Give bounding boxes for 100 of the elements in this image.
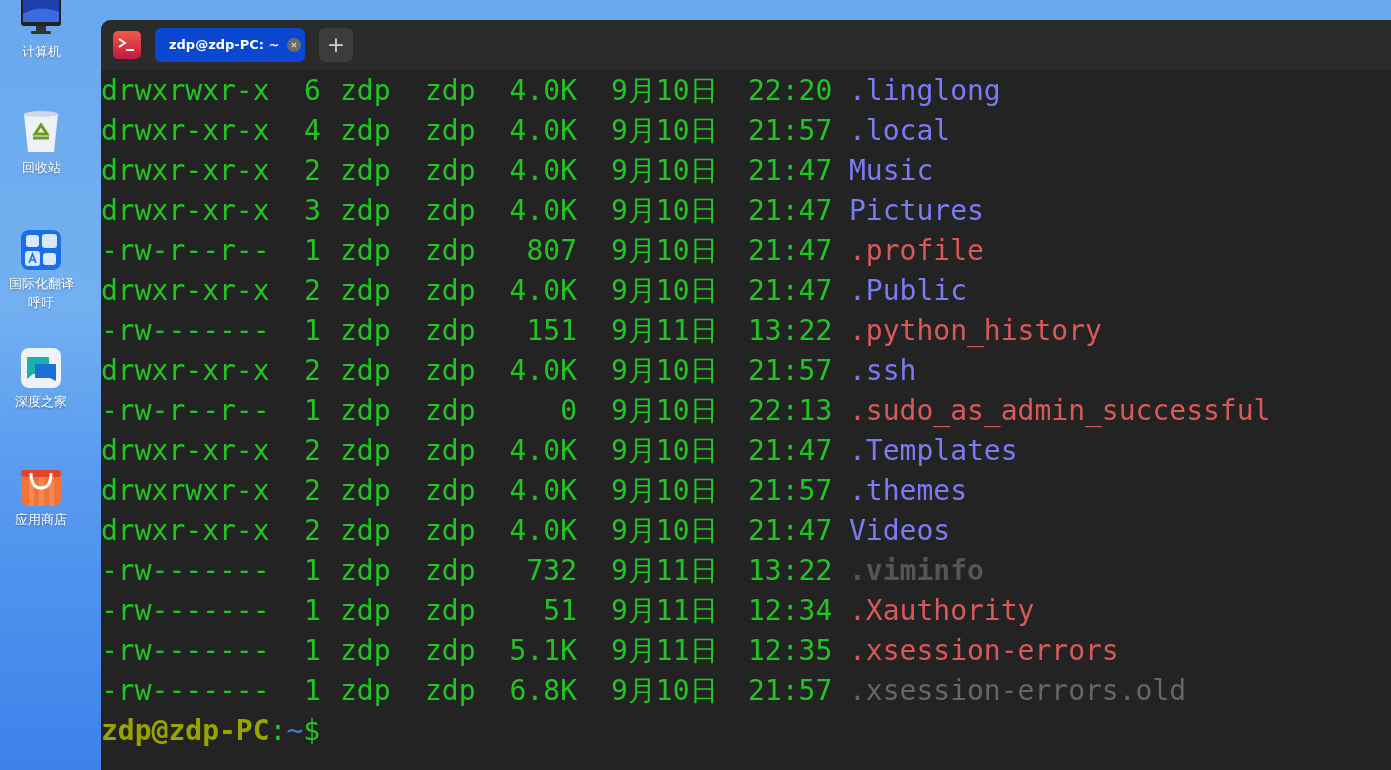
- permissions-text: -rw-------: [101, 553, 271, 589]
- time-text: 21:47: [748, 433, 834, 469]
- file-name-text: .profile: [849, 233, 984, 269]
- owner-text: zdp: [340, 593, 392, 629]
- owner-text: zdp: [340, 193, 392, 229]
- date-text: 9月10日: [611, 353, 719, 389]
- link-count-text: 1: [304, 633, 322, 669]
- group-text: zdp: [425, 313, 475, 349]
- date-text: 9月10日: [611, 673, 719, 709]
- group-text: zdp: [425, 393, 475, 429]
- owner-text: zdp: [340, 233, 392, 269]
- link-count-text: 1: [304, 233, 322, 269]
- owner-text: zdp: [340, 473, 392, 509]
- new-tab-button[interactable]: +: [319, 28, 353, 62]
- permissions-text: -rw-------: [101, 633, 271, 669]
- terminal-icon: [113, 31, 141, 59]
- link-count-text: 1: [304, 553, 322, 589]
- time-text: 21:47: [748, 153, 834, 189]
- size-text: 4.0K: [508, 193, 577, 229]
- size-text: 4.0K: [508, 273, 577, 309]
- date-text: 9月10日: [611, 433, 719, 469]
- permissions-text: drwxr-xr-x: [101, 273, 271, 309]
- time-text: 21:57: [748, 673, 834, 709]
- date-text: 9月10日: [611, 193, 719, 229]
- link-count-text: 2: [304, 473, 322, 509]
- size-text: 4.0K: [508, 353, 577, 389]
- file-name-text: .sudo_as_admin_successful: [849, 393, 1271, 429]
- permissions-text: -rw-------: [101, 313, 271, 349]
- date-text: 9月10日: [611, 73, 719, 109]
- owner-text: zdp: [340, 553, 392, 589]
- file-name-text: Music: [849, 153, 934, 189]
- group-text: zdp: [425, 193, 475, 229]
- size-text: 4.0K: [508, 513, 577, 549]
- permissions-text: drwxr-xr-x: [101, 153, 271, 189]
- date-text: 9月11日: [611, 593, 719, 629]
- owner-text: zdp: [340, 273, 392, 309]
- file-name-text: .ssh: [849, 353, 917, 389]
- file-name-text: .Xauthority: [849, 593, 1035, 629]
- group-text: zdp: [425, 673, 475, 709]
- size-text: 4.0K: [508, 153, 577, 189]
- prompt-user-host: zdp@zdp-PC: [101, 713, 270, 749]
- link-count-text: 1: [304, 313, 322, 349]
- file-name-text: Pictures: [849, 193, 984, 229]
- link-count-text: 2: [304, 433, 322, 469]
- size-text: 151: [525, 313, 577, 349]
- time-text: 21:57: [748, 473, 834, 509]
- time-text: 21:47: [748, 513, 834, 549]
- desktop-icon-label[interactable]: 回收站: [3, 158, 79, 177]
- group-text: zdp: [425, 593, 475, 629]
- group-text: zdp: [425, 233, 475, 269]
- owner-text: zdp: [340, 353, 392, 389]
- desktop-icon-label[interactable]: 应用商店: [3, 510, 79, 529]
- file-name-text: .python_history: [849, 313, 1102, 349]
- group-text: zdp: [425, 513, 475, 549]
- file-name-text: .themes: [849, 473, 967, 509]
- time-text: 13:22: [748, 553, 834, 589]
- time-text: 12:34: [748, 593, 834, 629]
- permissions-text: drwxr-xr-x: [101, 353, 271, 389]
- file-name-text: .linglong: [849, 73, 1001, 109]
- permissions-text: -rw-------: [101, 673, 271, 709]
- time-text: 21:47: [748, 233, 834, 269]
- desktop-icon-label[interactable]: 国际化翻译呼吁: [3, 274, 79, 312]
- permissions-text: drwxr-xr-x: [101, 113, 271, 149]
- owner-text: zdp: [340, 153, 392, 189]
- date-text: 9月10日: [611, 513, 719, 549]
- prompt-separator: :: [269, 713, 287, 749]
- owner-text: zdp: [340, 73, 392, 109]
- desktop-icon-label[interactable]: 深度之家: [3, 392, 79, 411]
- permissions-text: drwxrwxr-x: [101, 473, 271, 509]
- permissions-text: -rw-------: [101, 593, 271, 629]
- permissions-text: -rw-r--r--: [101, 233, 271, 269]
- owner-text: zdp: [340, 393, 392, 429]
- time-text: 13:22: [748, 313, 834, 349]
- size-text: 4.0K: [508, 473, 577, 509]
- time-text: 21:57: [748, 113, 834, 149]
- desktop-icon-label[interactable]: 计算机: [3, 42, 79, 61]
- file-name-text: .Public: [849, 273, 967, 309]
- size-text: 4.0K: [508, 73, 577, 109]
- translate-icon: [21, 230, 61, 270]
- link-count-text: 1: [304, 673, 322, 709]
- chat-icon: [21, 348, 61, 388]
- date-text: 9月11日: [611, 553, 719, 589]
- permissions-text: drwxr-xr-x: [101, 513, 271, 549]
- time-text: 22:20: [748, 73, 834, 109]
- close-icon[interactable]: [287, 38, 301, 52]
- link-count-text: 1: [304, 393, 322, 429]
- size-text: 0: [559, 393, 577, 429]
- permissions-text: -rw-r--r--: [101, 393, 271, 429]
- link-count-text: 1: [304, 593, 322, 629]
- group-text: zdp: [425, 113, 475, 149]
- file-name-text: .Templates: [849, 433, 1018, 469]
- file-name-text: .local: [849, 113, 951, 149]
- group-text: zdp: [425, 633, 475, 669]
- terminal-tab[interactable]: zdp@zdp-PC: ~: [155, 28, 305, 62]
- size-text: 6.8K: [508, 673, 577, 709]
- file-name-text: .xsession-errors.old: [849, 673, 1187, 709]
- owner-text: zdp: [340, 433, 392, 469]
- date-text: 9月10日: [611, 233, 719, 269]
- owner-text: zdp: [340, 673, 392, 709]
- date-text: 9月10日: [611, 473, 719, 509]
